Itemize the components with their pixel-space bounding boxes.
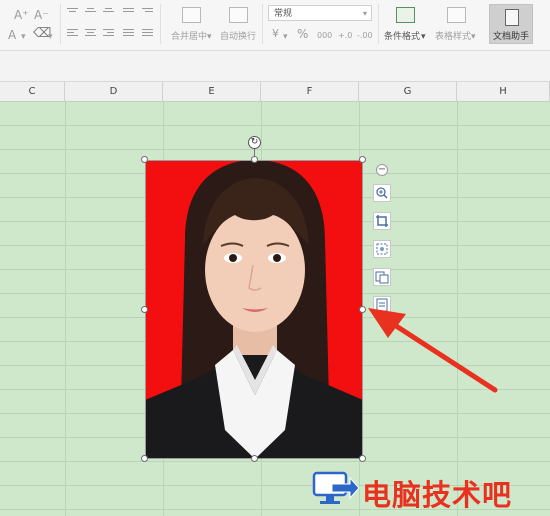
font-color-button[interactable]: A bbox=[8, 29, 16, 41]
ribbon-toolbar: A⁺ A⁻ A ▾ ⌫ ▾ 合并居中 ▾ 自动换行 常规 ▾ ¥ ▾ % 000… bbox=[0, 0, 550, 51]
conditional-format-dropdown-icon[interactable]: ▾ bbox=[421, 31, 426, 43]
align-middle-icon[interactable] bbox=[85, 8, 96, 17]
merge-center-button[interactable]: 合并居中 bbox=[171, 31, 207, 43]
resize-handle-bottom-right[interactable] bbox=[359, 455, 366, 462]
column-header-e[interactable]: E bbox=[163, 82, 261, 101]
formula-bar-area bbox=[0, 51, 550, 82]
watermark-text: 电脑技术吧 bbox=[362, 478, 513, 512]
increase-font-size-button[interactable]: A⁺ bbox=[14, 9, 29, 21]
resize-handle-left[interactable] bbox=[141, 306, 148, 313]
extract-image-icon[interactable] bbox=[373, 268, 391, 286]
number-format-value: 常规 bbox=[274, 9, 293, 19]
column-header-g[interactable]: G bbox=[359, 82, 457, 101]
conditional-format-button[interactable]: 条件格式 bbox=[384, 31, 420, 43]
table-style-icon[interactable] bbox=[447, 7, 466, 23]
decrease-decimal-button[interactable]: -.00 bbox=[357, 30, 373, 42]
cutout-icon[interactable] bbox=[373, 240, 391, 258]
number-format-select[interactable]: 常规 ▾ bbox=[268, 5, 372, 21]
increase-decimal-button[interactable]: +.0 bbox=[338, 30, 352, 42]
resize-handle-bottom[interactable] bbox=[251, 455, 258, 462]
table-style-dropdown-icon[interactable]: ▾ bbox=[471, 31, 476, 43]
chevron-down-icon: ▾ bbox=[362, 9, 367, 18]
doc-helper-button[interactable]: 文档助手 bbox=[489, 4, 533, 44]
currency-dropdown-icon[interactable]: ▾ bbox=[283, 31, 288, 43]
resize-handle-top[interactable] bbox=[251, 156, 258, 163]
wrap-text-icon[interactable] bbox=[229, 7, 248, 23]
zoom-in-icon[interactable] bbox=[373, 184, 391, 202]
merge-center-icon[interactable] bbox=[182, 7, 201, 23]
font-color-dropdown-icon[interactable]: ▾ bbox=[21, 31, 26, 43]
watermark: 电脑技术吧 bbox=[312, 470, 550, 512]
distributed-icon[interactable] bbox=[142, 29, 153, 38]
indent-icon[interactable] bbox=[142, 8, 153, 17]
ribbon-separator bbox=[60, 4, 61, 44]
column-header-row: C D E F G H bbox=[0, 82, 550, 102]
thousands-separator-button[interactable]: 000 bbox=[317, 30, 332, 42]
crop-icon[interactable] bbox=[373, 212, 391, 230]
rotate-icon[interactable]: ↻ bbox=[248, 136, 261, 149]
decrease-font-size-button[interactable]: A⁻ bbox=[34, 9, 49, 21]
document-icon bbox=[505, 9, 519, 26]
wrap-text-button[interactable]: 自动换行 bbox=[220, 31, 256, 43]
annotation-arrow-icon bbox=[368, 308, 498, 393]
text-direction-icon[interactable] bbox=[123, 8, 134, 17]
resize-handle-top-right[interactable] bbox=[359, 156, 366, 163]
align-right-icon[interactable] bbox=[103, 29, 114, 38]
table-style-button[interactable]: 表格样式 bbox=[435, 31, 471, 43]
align-bottom-icon[interactable] bbox=[103, 8, 114, 17]
clear-format-dropdown-icon[interactable]: ▾ bbox=[48, 31, 53, 43]
collapse-toolbar-button[interactable]: − bbox=[376, 164, 388, 176]
image-selection-border bbox=[145, 160, 363, 459]
resize-handle-bottom-left[interactable] bbox=[141, 455, 148, 462]
column-header-h[interactable]: H bbox=[457, 82, 550, 101]
ribbon-separator bbox=[378, 4, 379, 44]
column-header-d[interactable]: D bbox=[65, 82, 163, 101]
merge-center-dropdown-icon[interactable]: ▾ bbox=[207, 31, 212, 43]
percent-button[interactable]: % bbox=[297, 28, 308, 40]
column-header-c[interactable]: C bbox=[0, 82, 65, 101]
resize-handle-top-left[interactable] bbox=[141, 156, 148, 163]
ribbon-separator bbox=[160, 4, 161, 44]
conditional-format-icon[interactable] bbox=[396, 7, 415, 23]
ribbon-separator bbox=[262, 4, 263, 44]
align-center-icon[interactable] bbox=[85, 29, 96, 38]
computer-logo-icon bbox=[312, 471, 360, 504]
align-top-icon[interactable] bbox=[67, 8, 78, 17]
currency-button[interactable]: ¥ bbox=[272, 28, 279, 40]
doc-helper-label: 文档助手 bbox=[493, 32, 530, 42]
align-left-icon[interactable] bbox=[67, 29, 78, 38]
justify-icon[interactable] bbox=[123, 29, 134, 38]
column-header-f[interactable]: F bbox=[261, 82, 359, 101]
